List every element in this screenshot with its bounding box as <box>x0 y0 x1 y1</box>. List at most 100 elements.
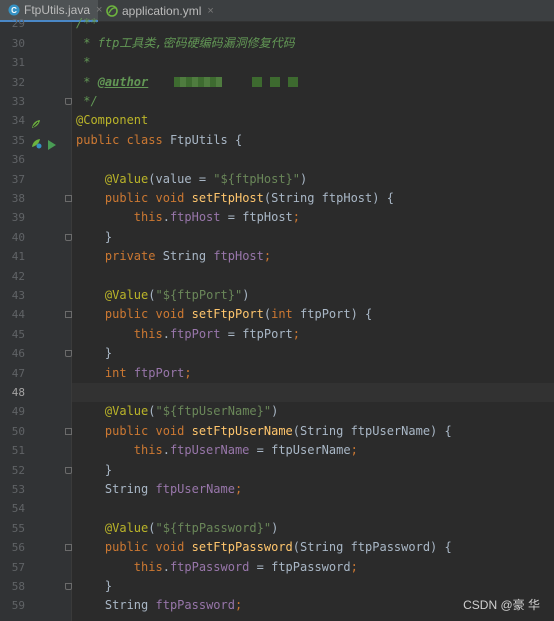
code-line: 56 public void setFtpPassword(String ftp… <box>0 538 554 557</box>
code-line: 37 @Value(value = "${ftpHost}") <box>0 170 554 189</box>
line-number: 56 <box>11 541 25 555</box>
line-number: 59 <box>11 599 25 613</box>
method-declaration: public void setFtpHost(String ftpHost) { <box>104 191 394 205</box>
line-number: 57 <box>11 560 25 574</box>
line-number: 34 <box>11 114 25 128</box>
fold-marker[interactable] <box>65 233 72 241</box>
line-number: 52 <box>11 463 25 477</box>
assignment-statement: this.ftpHost = ftpHost; <box>133 210 300 225</box>
code-line: 57 this.ftpPassword = ftpPassword; <box>0 558 554 577</box>
doc-comment-line: * <box>76 55 91 70</box>
code-line: 53 String ftpUserName; <box>0 480 554 499</box>
line-number: 55 <box>11 521 25 535</box>
line-number: 47 <box>11 366 25 380</box>
code-line: 32 * @author <box>0 73 554 92</box>
class-declaration: public class FtpUtils { <box>76 132 243 147</box>
line-number: 30 <box>11 36 25 50</box>
code-line: 38 public void setFtpHost(String ftpHost… <box>0 189 554 208</box>
line-number: 40 <box>11 230 25 244</box>
code-line: 43 @Value("${ftpPort}") <box>0 286 554 305</box>
code-line: 42 <box>0 267 554 286</box>
doc-comment-line: * ftp工具类,密码硬编码漏洞修复代码 <box>76 35 295 50</box>
code-line: 36 <box>0 150 554 169</box>
method-declaration: public void setFtpPort(int ftpPort) { <box>104 307 373 322</box>
fold-marker[interactable] <box>65 350 72 358</box>
line-number: 43 <box>11 289 25 302</box>
closing-brace: } <box>104 462 113 477</box>
assignment-statement: this.ftpPassword = ftpPassword; <box>133 559 358 574</box>
component-annotation: @Component <box>76 113 149 128</box>
code-line: 47 int ftpPort; <box>0 364 554 383</box>
fold-marker[interactable] <box>65 544 72 552</box>
line-number: 39 <box>11 211 25 225</box>
code-line: 35 public class FtpUtils { <box>0 131 554 150</box>
code-line: 45 this.ftpPort = ftpPort; <box>0 325 554 344</box>
field-declaration: String ftpPassword; <box>104 598 243 613</box>
code-line: 40 } <box>0 228 554 247</box>
line-number: 50 <box>11 424 25 438</box>
value-annotation: @Value("${ftpUserName}") <box>104 404 279 419</box>
line-number: 46 <box>11 347 25 361</box>
code-line: 30 * ftp工具类,密码硬编码漏洞修复代码 <box>0 34 554 53</box>
fold-marker[interactable] <box>65 98 72 105</box>
redacted-block <box>251 76 262 87</box>
code-line: 33 */ <box>0 92 554 111</box>
line-number: 45 <box>11 327 25 341</box>
code-line: 39 this.ftpHost = ftpHost; <box>0 208 554 227</box>
fold-marker[interactable] <box>65 195 72 202</box>
line-number: 49 <box>11 405 25 419</box>
line-number: 41 <box>11 250 25 264</box>
csdn-watermark: CSDN @豪 华 <box>463 598 540 612</box>
line-number: 32 <box>11 75 25 89</box>
class-name: FtpUtils <box>169 132 228 147</box>
author-tag: @author <box>97 74 149 89</box>
fold-marker[interactable] <box>65 427 72 435</box>
value-annotation: @Value("${ftpPort}") <box>104 288 250 302</box>
line-number: 51 <box>11 444 25 458</box>
value-annotation: @Value(value = "${ftpHost}") <box>104 171 308 186</box>
doc-comment-line: * @author <box>76 73 302 92</box>
code-line: 34 @Component <box>0 111 554 130</box>
line-number: 31 <box>11 56 25 70</box>
value-annotation: @Value("${ftpPassword}") <box>104 520 279 535</box>
line-number: 42 <box>11 269 25 283</box>
redacted-block <box>287 76 298 87</box>
line-number: 53 <box>11 483 25 496</box>
line-number: 37 <box>11 172 25 186</box>
code-line: 44 public void setFtpPort(int ftpPort) { <box>0 305 554 324</box>
fold-marker[interactable] <box>65 466 72 474</box>
current-line[interactable]: 48 <box>0 383 554 403</box>
line-number: 48 <box>11 386 25 399</box>
fold-marker[interactable] <box>65 583 72 590</box>
code-line: 49 @Value("${ftpUserName}") <box>0 402 554 421</box>
line-number: 58 <box>11 580 25 593</box>
code-line: 41 private String ftpHost; <box>0 247 554 266</box>
closing-brace: } <box>104 229 113 244</box>
line-number: 33 <box>11 95 25 108</box>
doc-comment-open: /** <box>76 16 98 31</box>
code-line: 54 <box>0 499 554 518</box>
code-line: 46 } <box>0 344 554 363</box>
doc-comment-close: */ <box>76 94 98 108</box>
line-number: 54 <box>11 502 25 516</box>
code-line: 31 * <box>0 53 554 72</box>
code-line: 50 public void setFtpUserName(String ftp… <box>0 422 554 441</box>
method-declaration: public void setFtpPassword(String ftpPas… <box>104 540 452 555</box>
assignment-statement: this.ftpPort = ftpPort; <box>133 326 300 341</box>
line-number: 44 <box>11 308 25 322</box>
closing-brace: } <box>104 579 113 593</box>
field-declaration: private String ftpHost; <box>104 249 272 264</box>
fold-marker[interactable] <box>65 311 72 319</box>
current-line-highlight <box>72 383 554 403</box>
method-declaration: public void setFtpUserName(String ftpUse… <box>104 423 452 438</box>
line-number: 36 <box>11 153 25 167</box>
code-line: 58 } <box>0 577 554 596</box>
line-number: 29 <box>11 17 25 31</box>
closing-brace: } <box>104 346 113 361</box>
field-declaration: int ftpPort; <box>104 365 192 380</box>
assignment-statement: this.ftpUserName = ftpUserName; <box>133 443 358 458</box>
code-line: 51 this.ftpUserName = ftpUserName; <box>0 441 554 460</box>
code-line: 55 @Value("${ftpPassword}") <box>0 519 554 538</box>
code-line: 52 } <box>0 461 554 480</box>
redacted-block <box>269 76 280 87</box>
